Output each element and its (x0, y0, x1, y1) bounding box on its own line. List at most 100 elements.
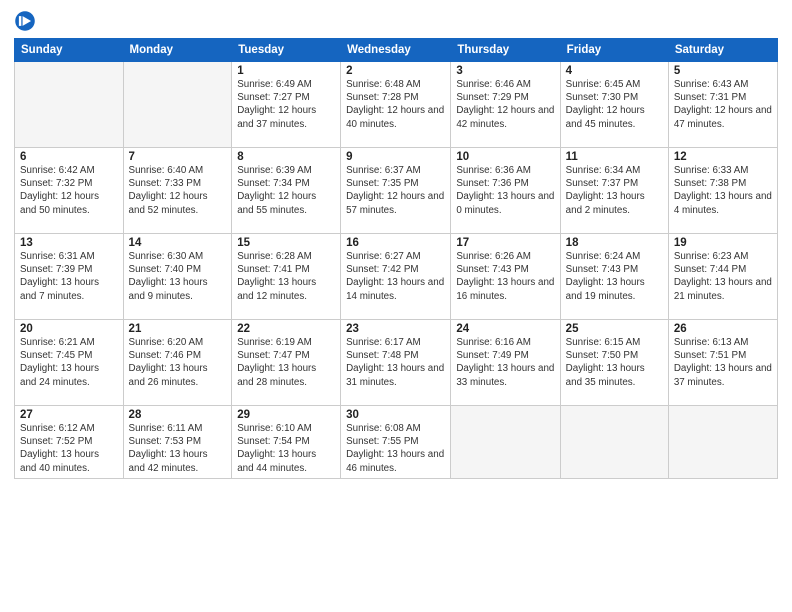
day-info: Sunrise: 6:16 AM Sunset: 7:49 PM Dayligh… (456, 336, 554, 389)
calendar-week-2: 6Sunrise: 6:42 AM Sunset: 7:32 PM Daylig… (15, 148, 778, 234)
calendar-cell: 16Sunrise: 6:27 AM Sunset: 7:42 PM Dayli… (341, 234, 451, 320)
day-info: Sunrise: 6:30 AM Sunset: 7:40 PM Dayligh… (129, 250, 227, 303)
day-info: Sunrise: 6:21 AM Sunset: 7:45 PM Dayligh… (20, 336, 118, 389)
day-info: Sunrise: 6:43 AM Sunset: 7:31 PM Dayligh… (674, 78, 772, 131)
calendar-header-row: SundayMondayTuesdayWednesdayThursdayFrid… (15, 39, 778, 62)
day-info: Sunrise: 6:27 AM Sunset: 7:42 PM Dayligh… (346, 250, 445, 303)
day-info: Sunrise: 6:10 AM Sunset: 7:54 PM Dayligh… (237, 422, 335, 475)
calendar-cell: 2Sunrise: 6:48 AM Sunset: 7:28 PM Daylig… (341, 62, 451, 148)
day-number: 20 (20, 323, 118, 335)
calendar-cell (15, 62, 124, 148)
day-number: 6 (20, 151, 118, 163)
day-info: Sunrise: 6:33 AM Sunset: 7:38 PM Dayligh… (674, 164, 772, 217)
calendar-cell: 19Sunrise: 6:23 AM Sunset: 7:44 PM Dayli… (668, 234, 777, 320)
day-header-thursday: Thursday (451, 39, 560, 62)
calendar-cell: 30Sunrise: 6:08 AM Sunset: 7:55 PM Dayli… (341, 406, 451, 479)
day-number: 21 (129, 323, 227, 335)
day-info: Sunrise: 6:19 AM Sunset: 7:47 PM Dayligh… (237, 336, 335, 389)
calendar-cell: 4Sunrise: 6:45 AM Sunset: 7:30 PM Daylig… (560, 62, 668, 148)
calendar-week-4: 20Sunrise: 6:21 AM Sunset: 7:45 PM Dayli… (15, 320, 778, 406)
day-info: Sunrise: 6:42 AM Sunset: 7:32 PM Dayligh… (20, 164, 118, 217)
calendar-cell: 25Sunrise: 6:15 AM Sunset: 7:50 PM Dayli… (560, 320, 668, 406)
calendar-cell: 24Sunrise: 6:16 AM Sunset: 7:49 PM Dayli… (451, 320, 560, 406)
day-number: 10 (456, 151, 554, 163)
calendar-cell: 21Sunrise: 6:20 AM Sunset: 7:46 PM Dayli… (123, 320, 232, 406)
day-info: Sunrise: 6:49 AM Sunset: 7:27 PM Dayligh… (237, 78, 335, 131)
calendar-week-5: 27Sunrise: 6:12 AM Sunset: 7:52 PM Dayli… (15, 406, 778, 479)
day-info: Sunrise: 6:13 AM Sunset: 7:51 PM Dayligh… (674, 336, 772, 389)
calendar-cell (123, 62, 232, 148)
calendar-cell: 15Sunrise: 6:28 AM Sunset: 7:41 PM Dayli… (232, 234, 341, 320)
calendar-cell: 18Sunrise: 6:24 AM Sunset: 7:43 PM Dayli… (560, 234, 668, 320)
day-number: 19 (674, 237, 772, 249)
day-number: 27 (20, 409, 118, 421)
day-header-monday: Monday (123, 39, 232, 62)
calendar-cell (560, 406, 668, 479)
day-number: 23 (346, 323, 445, 335)
day-number: 16 (346, 237, 445, 249)
day-header-tuesday: Tuesday (232, 39, 341, 62)
day-info: Sunrise: 6:40 AM Sunset: 7:33 PM Dayligh… (129, 164, 227, 217)
logo-icon (14, 10, 36, 32)
day-info: Sunrise: 6:31 AM Sunset: 7:39 PM Dayligh… (20, 250, 118, 303)
day-number: 13 (20, 237, 118, 249)
day-info: Sunrise: 6:12 AM Sunset: 7:52 PM Dayligh… (20, 422, 118, 475)
calendar-cell: 22Sunrise: 6:19 AM Sunset: 7:47 PM Dayli… (232, 320, 341, 406)
calendar-cell: 20Sunrise: 6:21 AM Sunset: 7:45 PM Dayli… (15, 320, 124, 406)
day-info: Sunrise: 6:28 AM Sunset: 7:41 PM Dayligh… (237, 250, 335, 303)
calendar-cell: 27Sunrise: 6:12 AM Sunset: 7:52 PM Dayli… (15, 406, 124, 479)
calendar-week-1: 1Sunrise: 6:49 AM Sunset: 7:27 PM Daylig… (15, 62, 778, 148)
day-number: 11 (566, 151, 663, 163)
day-header-friday: Friday (560, 39, 668, 62)
day-number: 4 (566, 65, 663, 77)
day-number: 9 (346, 151, 445, 163)
day-number: 8 (237, 151, 335, 163)
day-info: Sunrise: 6:45 AM Sunset: 7:30 PM Dayligh… (566, 78, 663, 131)
calendar-cell: 3Sunrise: 6:46 AM Sunset: 7:29 PM Daylig… (451, 62, 560, 148)
calendar-body: 1Sunrise: 6:49 AM Sunset: 7:27 PM Daylig… (15, 62, 778, 479)
day-info: Sunrise: 6:26 AM Sunset: 7:43 PM Dayligh… (456, 250, 554, 303)
page-header (14, 10, 778, 32)
day-info: Sunrise: 6:15 AM Sunset: 7:50 PM Dayligh… (566, 336, 663, 389)
day-header-wednesday: Wednesday (341, 39, 451, 62)
calendar-cell: 13Sunrise: 6:31 AM Sunset: 7:39 PM Dayli… (15, 234, 124, 320)
day-header-sunday: Sunday (15, 39, 124, 62)
calendar-cell: 26Sunrise: 6:13 AM Sunset: 7:51 PM Dayli… (668, 320, 777, 406)
day-header-saturday: Saturday (668, 39, 777, 62)
calendar-cell: 14Sunrise: 6:30 AM Sunset: 7:40 PM Dayli… (123, 234, 232, 320)
day-info: Sunrise: 6:11 AM Sunset: 7:53 PM Dayligh… (129, 422, 227, 475)
day-info: Sunrise: 6:39 AM Sunset: 7:34 PM Dayligh… (237, 164, 335, 217)
day-number: 1 (237, 65, 335, 77)
day-info: Sunrise: 6:37 AM Sunset: 7:35 PM Dayligh… (346, 164, 445, 217)
day-number: 14 (129, 237, 227, 249)
day-info: Sunrise: 6:17 AM Sunset: 7:48 PM Dayligh… (346, 336, 445, 389)
day-info: Sunrise: 6:46 AM Sunset: 7:29 PM Dayligh… (456, 78, 554, 131)
calendar-cell: 6Sunrise: 6:42 AM Sunset: 7:32 PM Daylig… (15, 148, 124, 234)
calendar-table: SundayMondayTuesdayWednesdayThursdayFrid… (14, 38, 778, 479)
calendar-cell (668, 406, 777, 479)
calendar-cell: 12Sunrise: 6:33 AM Sunset: 7:38 PM Dayli… (668, 148, 777, 234)
day-number: 3 (456, 65, 554, 77)
calendar-cell: 5Sunrise: 6:43 AM Sunset: 7:31 PM Daylig… (668, 62, 777, 148)
calendar-week-3: 13Sunrise: 6:31 AM Sunset: 7:39 PM Dayli… (15, 234, 778, 320)
day-info: Sunrise: 6:08 AM Sunset: 7:55 PM Dayligh… (346, 422, 445, 475)
day-number: 28 (129, 409, 227, 421)
day-info: Sunrise: 6:48 AM Sunset: 7:28 PM Dayligh… (346, 78, 445, 131)
calendar-cell: 23Sunrise: 6:17 AM Sunset: 7:48 PM Dayli… (341, 320, 451, 406)
day-info: Sunrise: 6:36 AM Sunset: 7:36 PM Dayligh… (456, 164, 554, 217)
calendar-cell: 1Sunrise: 6:49 AM Sunset: 7:27 PM Daylig… (232, 62, 341, 148)
calendar-cell: 8Sunrise: 6:39 AM Sunset: 7:34 PM Daylig… (232, 148, 341, 234)
day-info: Sunrise: 6:23 AM Sunset: 7:44 PM Dayligh… (674, 250, 772, 303)
logo (14, 10, 40, 32)
day-number: 17 (456, 237, 554, 249)
day-number: 2 (346, 65, 445, 77)
day-number: 24 (456, 323, 554, 335)
calendar-cell: 29Sunrise: 6:10 AM Sunset: 7:54 PM Dayli… (232, 406, 341, 479)
day-number: 5 (674, 65, 772, 77)
day-info: Sunrise: 6:34 AM Sunset: 7:37 PM Dayligh… (566, 164, 663, 217)
day-number: 7 (129, 151, 227, 163)
day-number: 29 (237, 409, 335, 421)
day-number: 12 (674, 151, 772, 163)
calendar-cell: 28Sunrise: 6:11 AM Sunset: 7:53 PM Dayli… (123, 406, 232, 479)
day-number: 30 (346, 409, 445, 421)
